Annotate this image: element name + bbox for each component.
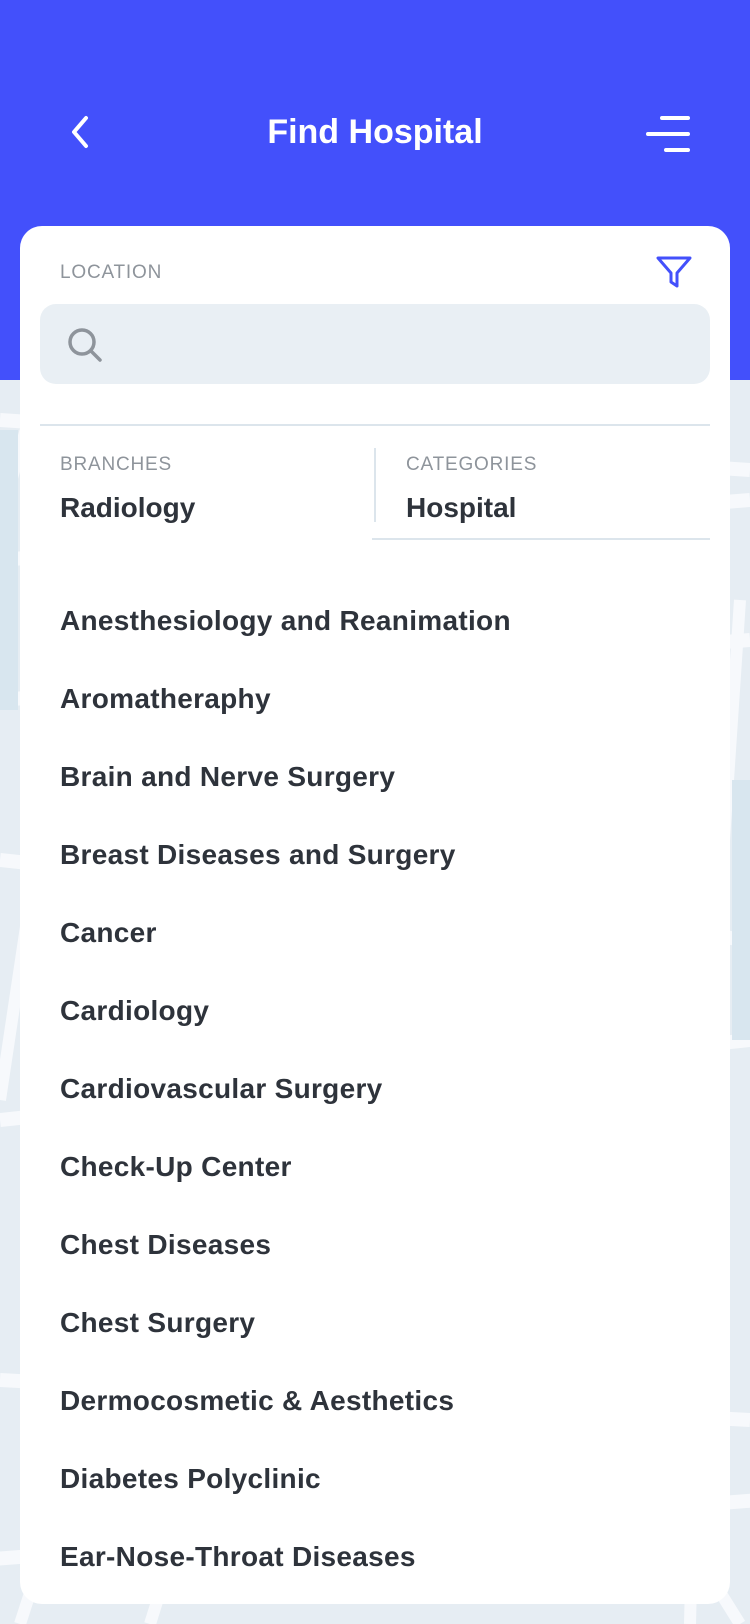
list-item[interactable]: Ear-Nose-Throat Diseases [20,1518,730,1596]
search-icon [68,328,102,362]
categories-label: CATEGORIES [406,454,538,475]
menu-lines-icon [646,116,690,152]
list-item[interactable]: Aromatheraphy [20,660,730,738]
section-divider [40,424,710,426]
filter-icon [656,256,692,288]
list-item[interactable]: Chest Surgery [20,1284,730,1362]
branches-selector[interactable]: BRANCHES Radiology [40,446,366,538]
branches-label: BRANCHES [60,454,172,475]
list-item[interactable]: Cardiology [20,972,730,1050]
categories-value: Hospital [406,492,517,523]
page-title: Find Hospital [267,113,483,151]
list-item[interactable]: Diabetes Polyclinic [20,1440,730,1518]
location-search-field[interactable] [40,304,710,384]
menu-button[interactable] [646,110,694,158]
location-search-input[interactable] [120,318,694,372]
list-item[interactable]: Brain and Nerve Surgery [20,738,730,816]
list-item[interactable]: Cardiovascular Surgery [20,1050,730,1128]
location-label: LOCATION [60,262,163,283]
branches-value: Radiology [60,492,196,523]
list-item[interactable]: Cancer [20,894,730,972]
branch-list: Anesthesiology and Reanimation Aromather… [20,582,730,1596]
list-item[interactable]: Chest Diseases [20,1206,730,1284]
list-item[interactable]: Dermocosmetic & Aesthetics [20,1362,730,1440]
list-item[interactable]: Breast Diseases and Surgery [20,816,730,894]
list-item[interactable]: Check-Up Center [20,1128,730,1206]
search-card: LOCATION BRANCHES Radiology CATEGORIES H… [20,226,730,1604]
categories-selector[interactable]: CATEGORIES Hospital [372,446,710,540]
list-item[interactable]: Anesthesiology and Reanimation [20,582,730,660]
filter-button[interactable] [654,252,694,292]
